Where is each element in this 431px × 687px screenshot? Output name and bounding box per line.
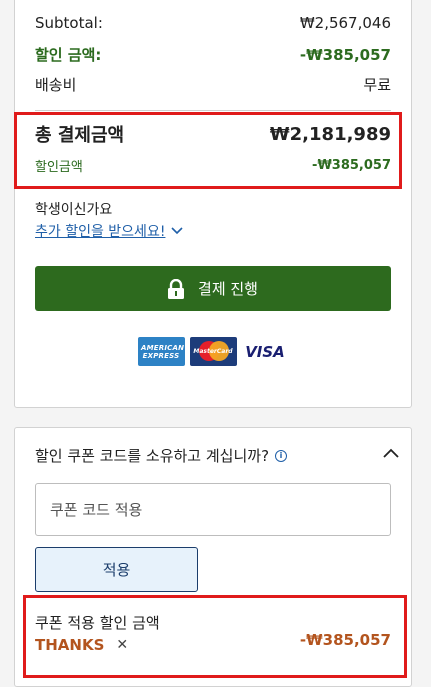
coupon-header[interactable]: 할인 쿠폰 코드를 소유하고 계십니까? i (35, 445, 288, 466)
subtotal-label: Subtotal: (35, 14, 103, 32)
total-discount-value: -₩385,057 (312, 158, 391, 173)
coupon-code: THANKS (35, 636, 105, 654)
subtotal-value: ₩2,567,046 (299, 14, 391, 32)
payment-methods: AMERICAN EXPRESS MasterCard VISA (15, 337, 411, 366)
checkout-button[interactable]: 결제 진행 (35, 266, 391, 311)
discount-label: 할인 금액: (35, 46, 102, 64)
total-discount-label: 할인금액 (35, 160, 83, 175)
student-link-text[interactable]: 추가 할인을 받으세요! (35, 221, 165, 241)
student-discount-link[interactable]: 추가 할인을 받으세요! (35, 221, 184, 241)
shipping-row: 배송비 무료 (35, 74, 391, 95)
remove-coupon-icon[interactable]: ✕ (116, 637, 128, 653)
visa-logo-icon: VISA (241, 337, 289, 366)
total-value: ₩2,181,989 (269, 123, 391, 145)
coupon-title: 할인 쿠폰 코드를 소유하고 계십니까? (35, 447, 270, 465)
order-summary-card: Subtotal: ₩2,567,046 할인 금액: -₩385,057 배송… (14, 0, 412, 408)
total-discount-row: 할인금액 -₩385,057 (35, 156, 391, 175)
coupon-amount: -₩385,057 (299, 631, 391, 649)
lock-icon (168, 278, 185, 299)
student-question: 학생이신가요 (35, 202, 113, 218)
discount-row: 할인 금액: -₩385,057 (35, 44, 391, 65)
amex-logo-icon: AMERICAN EXPRESS (137, 337, 185, 366)
shipping-label: 배송비 (35, 76, 77, 94)
apply-coupon-button[interactable]: 적용 (35, 547, 198, 592)
applied-coupon-code-row: THANKS ✕ (35, 636, 128, 654)
coupon-code-input[interactable] (35, 483, 391, 536)
applied-coupon-label: 쿠폰 적용 할인 금액 (35, 614, 160, 632)
info-icon[interactable]: i (275, 449, 288, 462)
shipping-value: 무료 (363, 76, 391, 94)
summary-divider (35, 110, 391, 111)
chevron-up-icon[interactable] (383, 448, 399, 458)
total-label: 총 결제금액 (35, 125, 125, 146)
total-row: 총 결제금액 ₩2,181,989 (35, 121, 391, 147)
chevron-down-icon (171, 227, 184, 235)
subtotal-row: Subtotal: ₩2,567,046 (35, 14, 391, 32)
mastercard-logo-icon: MasterCard (189, 337, 237, 366)
apply-label[interactable]: 적용 (103, 559, 131, 580)
coupon-card: 할인 쿠폰 코드를 소유하고 계십니까? i 적용 쿠폰 적용 할인 금액 TH… (14, 427, 412, 687)
checkout-label[interactable]: 결제 진행 (198, 278, 258, 299)
discount-value: -₩385,057 (299, 45, 391, 64)
